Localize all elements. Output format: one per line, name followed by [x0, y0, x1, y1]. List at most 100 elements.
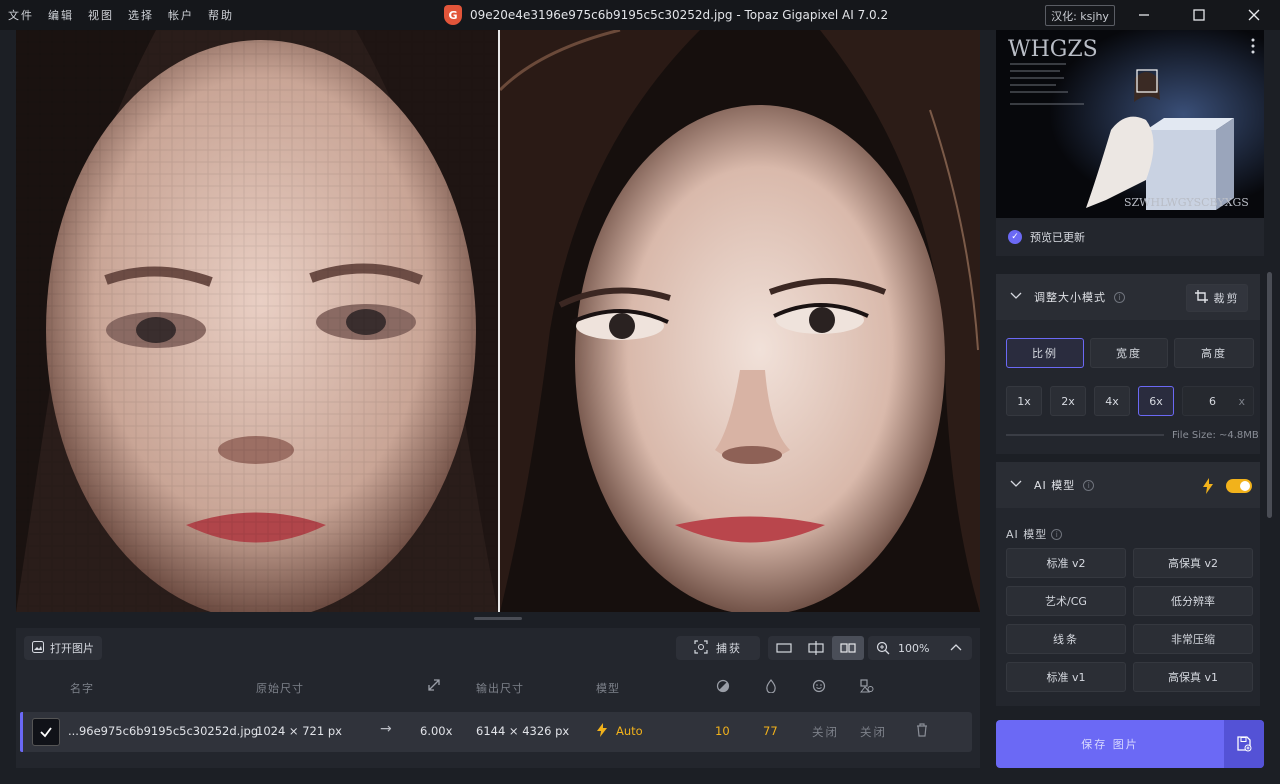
scale-2x-button[interactable]: 2x — [1050, 386, 1086, 416]
thumbnail-bottom-text: SZWHLWGYSCBYXGS — [1124, 196, 1249, 209]
save-image-button[interactable]: 保存 图片 — [996, 720, 1264, 768]
denoise-column-icon — [716, 679, 730, 696]
localization-badge[interactable]: 汉化: ksjhy — [1045, 5, 1115, 26]
row-original-size: 1024 × 721 px — [256, 724, 342, 738]
open-image-label: 打开图片 — [50, 642, 94, 655]
info-icon[interactable]: i — [1051, 528, 1063, 540]
zoom-control[interactable]: 100% — [868, 636, 972, 660]
column-name: 名字 — [70, 682, 94, 695]
face-column-icon — [812, 679, 826, 696]
column-model: 模型 — [596, 682, 620, 695]
menu-edit[interactable]: 编辑 — [48, 7, 74, 23]
close-icon[interactable] — [1243, 4, 1265, 26]
adjust-column-icon — [859, 679, 874, 696]
enhanced-preview[interactable] — [500, 30, 980, 612]
mode-width-button[interactable]: 宽度 — [1090, 338, 1168, 368]
column-original-size: 原始尺寸 — [256, 682, 304, 695]
resize-section: 调整大小模式 i 裁剪 比例 宽度 高度 1x 2x 4x 6x 6 x Fil… — [996, 274, 1260, 454]
row-face-value: 关闭 — [812, 725, 839, 739]
maximize-icon[interactable] — [1188, 4, 1210, 26]
chevron-down-icon[interactable] — [1010, 478, 1022, 492]
capture-label: 捕获 — [716, 642, 742, 655]
ai-model-section-header[interactable]: AI 模型 i — [996, 462, 1260, 508]
row-adjust-value: 关闭 — [860, 725, 887, 739]
column-output-size: 输出尺寸 — [476, 682, 524, 695]
window-title-text: 09e20e4e3196e975c6b9195c5c30252d.jpg - T… — [470, 8, 889, 22]
menu-select[interactable]: 选择 — [128, 7, 154, 23]
arrow-right-icon: → — [380, 721, 392, 737]
single-view-icon[interactable] — [776, 641, 792, 658]
thumbnail-brand-text: WHGZS — [1008, 37, 1098, 62]
model-standard-v2-button[interactable]: 标准 v2 — [1006, 548, 1126, 578]
scale-6x-button[interactable]: 6x — [1138, 386, 1174, 416]
right-panel-scrollbar[interactable] — [1267, 272, 1272, 518]
crop-button[interactable]: 裁剪 — [1186, 284, 1248, 312]
chevron-up-icon[interactable] — [950, 642, 962, 655]
title-bar: 文件 编辑 视图 选择 帐户 帮助 G 09e20e4e3196e975c6b9… — [0, 0, 1280, 30]
menu-bar: 文件 编辑 视图 选择 帐户 帮助 — [0, 7, 248, 23]
crop-label: 裁剪 — [1213, 292, 1240, 305]
expand-icon — [427, 678, 441, 695]
menu-account[interactable]: 帐户 — [168, 7, 194, 23]
check-icon: ✓ — [1008, 230, 1022, 244]
info-icon[interactable]: i — [1083, 479, 1095, 491]
mode-ratio-button[interactable]: 比例 — [1006, 338, 1084, 368]
capture-icon — [694, 639, 708, 657]
row-filename: ...96e975c6b9195c5c30252d.jpg — [68, 724, 259, 738]
menu-file[interactable]: 文件 — [8, 7, 34, 23]
row-output-size: 6144 × 4326 px — [476, 724, 570, 738]
navigator-thumbnail[interactable]: WHGZS SZWHLWGYSCBYXGS — [996, 30, 1264, 218]
row-sharpen-value: 77 — [763, 724, 778, 738]
minimize-icon[interactable] — [1133, 4, 1155, 26]
model-lines-button[interactable]: 线条 — [1006, 624, 1126, 654]
file-size-text: File Size: ~4.8MB — [1172, 430, 1259, 441]
original-preview[interactable] — [16, 30, 498, 612]
row-selected-indicator — [20, 712, 23, 752]
ai-model-section: AI 模型 i AI 模型 i 标准 v2 高保真 v2 艺术/CG 低分辨率 … — [996, 462, 1260, 706]
model-hifi-v1-button[interactable]: 高保真 v1 — [1133, 662, 1253, 692]
zoom-icon — [876, 641, 890, 658]
lightning-icon — [1202, 478, 1214, 497]
preview-comparison[interactable] — [16, 30, 980, 612]
row-scale: 6.00x — [420, 724, 453, 738]
custom-scale-unit: x — [1238, 394, 1245, 408]
preview-status-text: 预览已更新 — [1030, 231, 1085, 244]
sharpen-column-icon — [764, 679, 778, 696]
model-very-compressed-button[interactable]: 非常压缩 — [1133, 624, 1253, 654]
chevron-down-icon[interactable] — [1010, 290, 1022, 304]
zoom-value: 100% — [898, 642, 930, 655]
scale-slider[interactable] — [1006, 434, 1164, 436]
auto-model-toggle[interactable] — [1226, 479, 1252, 493]
preview-status: ✓ 预览已更新 — [996, 218, 1264, 256]
trash-icon[interactable] — [916, 723, 928, 740]
resize-section-title: 调整大小模式 — [1034, 291, 1106, 304]
ai-model-section-title: AI 模型 — [1034, 479, 1076, 492]
ai-model-subtitle-row: AI 模型 i — [1006, 526, 1063, 542]
scale-1x-button[interactable]: 1x — [1006, 386, 1042, 416]
save-options-icon[interactable] — [1224, 720, 1264, 768]
table-row[interactable]: ...96e975c6b9195c5c30252d.jpg 1024 × 721… — [20, 712, 972, 752]
image-list-panel: 打开图片 捕获 100% 名字 原始尺寸 输出尺寸 模型 ...96e975c6… — [16, 628, 980, 768]
side-by-side-view-icon[interactable] — [832, 636, 864, 660]
menu-view[interactable]: 视图 — [88, 7, 114, 23]
menu-help[interactable]: 帮助 — [208, 7, 234, 23]
app-logo-icon: G — [444, 5, 462, 25]
capture-button[interactable]: 捕获 — [676, 636, 760, 660]
model-art-cg-button[interactable]: 艺术/CG — [1006, 586, 1126, 616]
scale-4x-button[interactable]: 4x — [1094, 386, 1130, 416]
open-image-button[interactable]: 打开图片 — [24, 636, 102, 660]
mode-height-button[interactable]: 高度 — [1174, 338, 1254, 368]
row-denoise-value: 10 — [715, 724, 730, 738]
model-low-res-button[interactable]: 低分辨率 — [1133, 586, 1253, 616]
more-options-icon[interactable] — [1250, 38, 1256, 57]
save-image-label: 保存 图片 — [1081, 738, 1139, 751]
row-thumbnail — [32, 718, 60, 746]
model-hifi-v2-button[interactable]: 高保真 v2 — [1133, 548, 1253, 578]
image-icon — [32, 640, 44, 656]
model-standard-v1-button[interactable]: 标准 v1 — [1006, 662, 1126, 692]
panel-splitter[interactable] — [474, 617, 522, 620]
info-icon[interactable]: i — [1114, 291, 1125, 303]
crop-icon — [1194, 290, 1208, 306]
split-view-icon[interactable] — [808, 641, 824, 658]
custom-scale-input[interactable]: 6 x — [1182, 386, 1254, 416]
